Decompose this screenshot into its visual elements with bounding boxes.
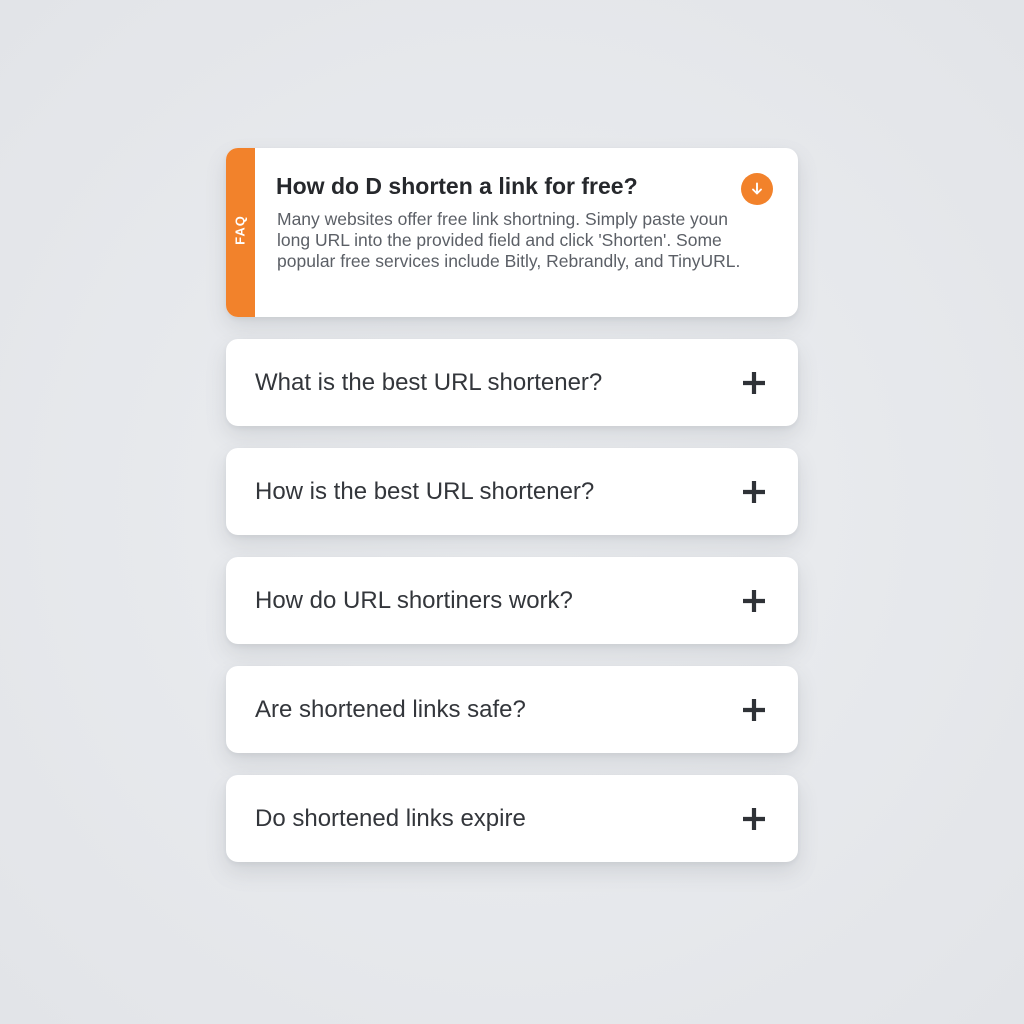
expand-button[interactable]	[740, 369, 768, 397]
faq-badge: FAQ	[232, 215, 248, 245]
faq-accordion: FAQ How do D shorten a link for free? Ma…	[226, 148, 798, 884]
faq-accent-bar: FAQ	[226, 148, 255, 317]
faq-question[interactable]: Are shortened links safe?	[255, 696, 526, 724]
plus-icon	[743, 698, 765, 721]
faq-item[interactable]: Are shortened links safe?	[226, 666, 798, 753]
arrow-down-icon	[752, 182, 762, 195]
plus-icon	[743, 371, 765, 394]
faq-question-expanded[interactable]: How do D shorten a link for free?	[276, 173, 638, 200]
plus-icon	[743, 480, 765, 503]
faq-question[interactable]: How do URL shortiners work?	[255, 587, 573, 615]
collapse-button[interactable]	[741, 173, 773, 205]
expand-button[interactable]	[740, 805, 768, 833]
faq-answer: Many websites offer free link shortning.…	[277, 209, 741, 271]
faq-item-expanded[interactable]: FAQ How do D shorten a link for free? Ma…	[226, 148, 798, 317]
faq-item[interactable]: How is the best URL shortener?	[226, 448, 798, 535]
faq-item[interactable]: How do URL shortiners work?	[226, 557, 798, 644]
expand-button[interactable]	[740, 696, 768, 724]
faq-question[interactable]: How is the best URL shortener?	[255, 478, 594, 506]
faq-item[interactable]: What is the best URL shortener?	[226, 339, 798, 426]
faq-question[interactable]: What is the best URL shortener?	[255, 369, 602, 397]
expand-button[interactable]	[740, 587, 768, 615]
expand-button[interactable]	[740, 478, 768, 506]
faq-question[interactable]: Do shortened links expire	[255, 805, 526, 833]
plus-icon	[743, 589, 765, 612]
plus-icon	[743, 807, 765, 830]
faq-item[interactable]: Do shortened links expire	[226, 775, 798, 862]
